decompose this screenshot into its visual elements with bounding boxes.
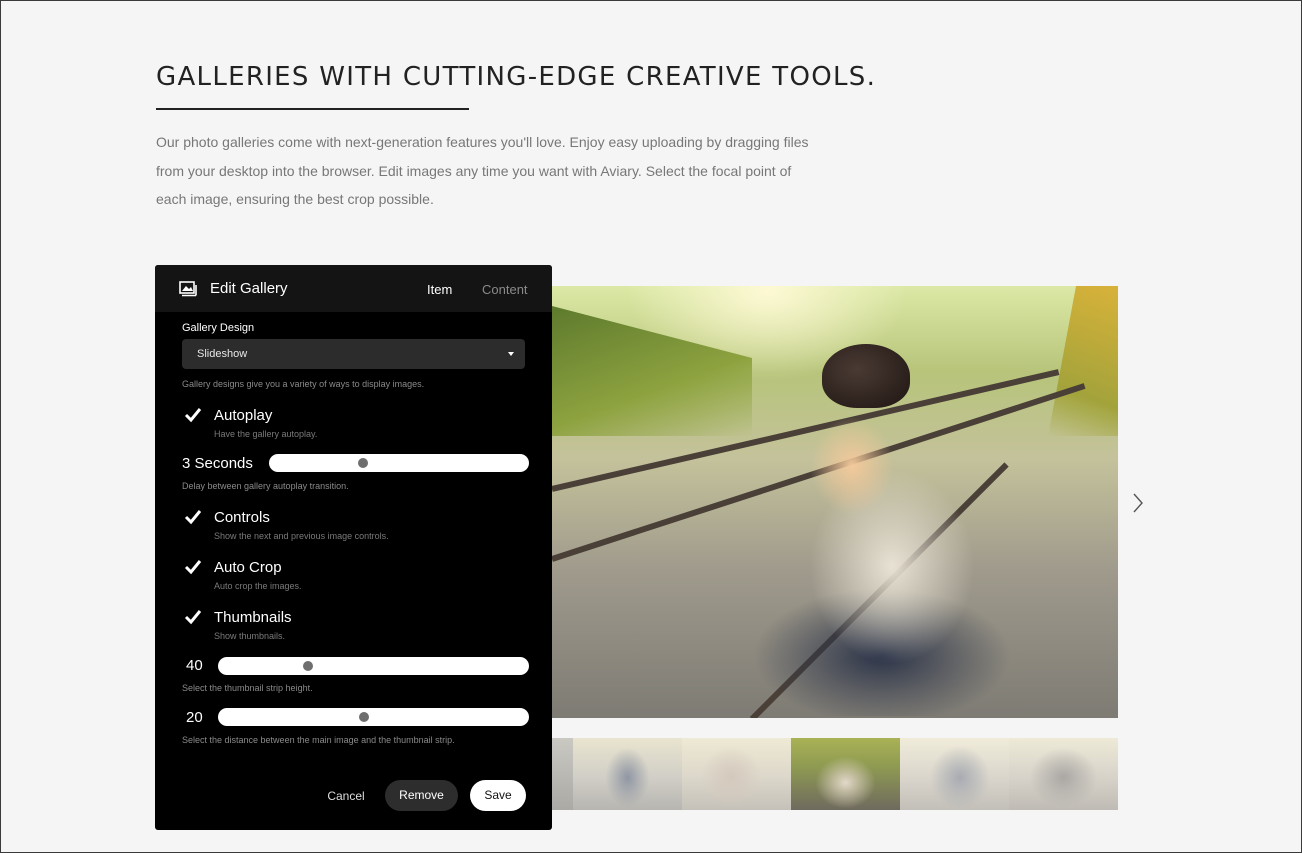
thumbnail[interactable] xyxy=(573,738,682,810)
remove-button[interactable]: Remove xyxy=(385,780,458,811)
thumbnail[interactable] xyxy=(900,738,1009,810)
cancel-button[interactable]: Cancel xyxy=(317,785,375,807)
thumbnail-distance-slider[interactable] xyxy=(218,708,529,726)
edit-gallery-panel: Edit Gallery Item Content Gallery Design… xyxy=(155,265,552,830)
thumbnails-checkbox[interactable] xyxy=(184,609,204,629)
panel-title: Edit Gallery xyxy=(210,280,288,297)
section-heading: GALLERIES WITH CUTTING-EDGE CREATIVE TOO… xyxy=(156,62,877,92)
auto-crop-description: Auto crop the images. xyxy=(214,581,302,591)
slider-handle[interactable] xyxy=(357,458,368,468)
checkmark-icon xyxy=(184,510,202,525)
thumbnails-title[interactable]: Thumbnails xyxy=(214,609,292,626)
autoplay-delay-slider[interactable] xyxy=(269,454,529,472)
slider-handle[interactable] xyxy=(303,661,314,671)
checkmark-icon xyxy=(184,560,202,575)
gallery-design-select[interactable]: Slideshow xyxy=(182,339,525,369)
thumbnail[interactable] xyxy=(1009,738,1118,810)
tab-content[interactable]: Content xyxy=(482,282,528,297)
thumbnail-strip xyxy=(552,738,1118,810)
auto-crop-title[interactable]: Auto Crop xyxy=(214,559,282,576)
gallery-design-help: Gallery designs give you a variety of wa… xyxy=(182,379,425,389)
thumbnail[interactable] xyxy=(552,738,573,810)
thumbnail-height-slider[interactable] xyxy=(218,657,529,675)
photo-couple xyxy=(692,356,1052,716)
chevron-right-icon[interactable] xyxy=(1128,492,1148,516)
caret-down-icon xyxy=(508,352,514,356)
checkmark-icon xyxy=(184,610,202,625)
thumbnail[interactable] xyxy=(791,738,900,810)
tab-item[interactable]: Item xyxy=(427,282,452,297)
controls-title[interactable]: Controls xyxy=(214,509,270,526)
autoplay-delay-value: 3 Seconds xyxy=(182,455,253,472)
thumbnail-height-help: Select the thumbnail strip height. xyxy=(182,683,313,693)
heading-underline xyxy=(156,108,469,110)
autoplay-description: Have the gallery autoplay. xyxy=(214,429,318,439)
gallery-design-value: Slideshow xyxy=(197,348,248,360)
gallery-icon xyxy=(179,281,197,297)
gallery-design-label: Gallery Design xyxy=(182,322,255,334)
panel-header: Edit Gallery Item Content xyxy=(155,265,552,312)
autoplay-checkbox[interactable] xyxy=(184,407,204,427)
autoplay-delay-help: Delay between gallery autoplay transitio… xyxy=(182,481,349,491)
checkmark-icon xyxy=(184,408,202,423)
controls-checkbox[interactable] xyxy=(184,509,204,529)
photo-hat xyxy=(822,344,910,408)
save-button[interactable]: Save xyxy=(470,780,526,811)
controls-description: Show the next and previous image control… xyxy=(214,531,389,541)
slider-handle[interactable] xyxy=(359,712,370,722)
thumbnails-description: Show thumbnails. xyxy=(214,631,286,641)
thumbnail[interactable] xyxy=(682,738,791,810)
autoplay-title[interactable]: Autoplay xyxy=(214,407,272,424)
thumbnail-height-value: 40 xyxy=(186,657,203,674)
thumbnail-distance-value: 20 xyxy=(186,709,203,726)
slideshow-main-image[interactable] xyxy=(552,286,1118,718)
photo-trees-right xyxy=(1048,286,1118,436)
thumbnail-distance-help: Select the distance between the main ima… xyxy=(182,735,455,745)
section-intro: Our photo galleries come with next-gener… xyxy=(156,134,809,207)
auto-crop-checkbox[interactable] xyxy=(184,559,204,579)
